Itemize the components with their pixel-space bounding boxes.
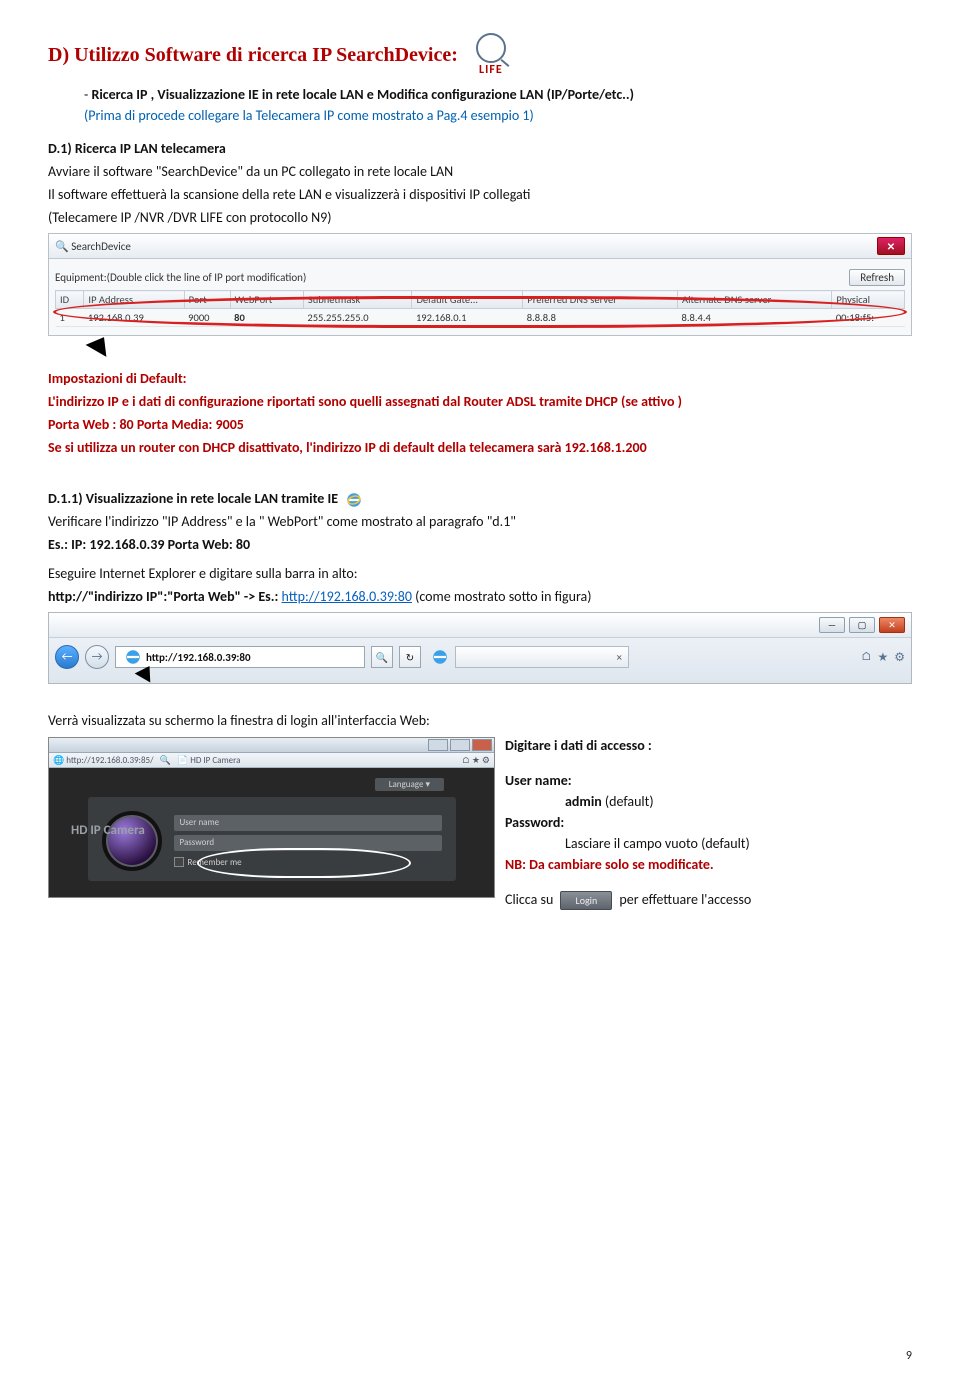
minimize-icon[interactable]: — — [819, 617, 845, 633]
login-title: HD IP Camera — [71, 823, 145, 838]
heading-d11: D.1.1) Visualizzazione in rete locale LA… — [48, 490, 912, 509]
login-button[interactable]: Login — [560, 891, 612, 911]
results-table: ID IP Address Port WebPort Subnetmask De… — [55, 290, 905, 327]
prerequisite-note: (Prima di procede collegare la Telecamer… — [48, 107, 912, 126]
window-title: 🔍 SearchDevice — [55, 240, 131, 253]
browser-tab[interactable]: × — [455, 646, 629, 668]
language-dropdown[interactable]: Language ▾ — [375, 778, 444, 791]
forward-button[interactable]: → — [85, 645, 109, 669]
example-url-link[interactable]: http://192.168.0.39:80 — [282, 588, 412, 605]
page-number: 9 — [906, 1349, 912, 1363]
equipment-label: Equipment:(Double click the line of IP p… — [55, 271, 306, 284]
home-icon[interactable]: ⌂ — [861, 650, 872, 665]
ie-icon — [124, 648, 142, 666]
defaults-text: Porta Web : 80 Porta Media: 9005 — [48, 416, 912, 435]
refresh-button[interactable]: Refresh — [849, 269, 905, 286]
back-button[interactable]: ← — [55, 645, 79, 669]
login-instructions: Digitare i dati di accesso : User name: … — [505, 737, 751, 912]
close-icon[interactable]: ✕ — [879, 617, 905, 633]
searchdevice-screenshot: 🔍 SearchDevice ✕ Equipment:(Double click… — [48, 233, 912, 336]
ie-icon — [345, 491, 363, 509]
password-field[interactable]: Password — [174, 835, 442, 851]
ie-icon — [431, 648, 449, 666]
section-title: D) Utilizzo Software di ricerca IP Searc… — [48, 44, 458, 67]
d11-text: Es.: IP: 192.168.0.39 Porta Web: 80 — [48, 536, 912, 555]
d1-text: Il software effettuerà la scansione dell… — [48, 186, 912, 205]
favorites-icon[interactable]: ★ — [877, 650, 888, 665]
d1-text: Avviare il software "SearchDevice" da un… — [48, 163, 912, 182]
heading-d1: D.1) Ricerca IP LAN telecamera — [48, 140, 912, 159]
d11-text: http://"indirizzo IP":"Porta Web" -> Es.… — [48, 588, 912, 607]
defaults-text: Se si utilizza un router con DHCP disatt… — [48, 439, 912, 458]
ie-screenshot: — ▢ ✕ ← → http://192.168.0.39:80 🔍 ↻ × ⌂… — [48, 612, 912, 684]
feature-bullet: Ricerca IP , Visualizzazione IE in rete … — [48, 86, 912, 103]
pointer-arrow — [48, 336, 912, 356]
table-row[interactable]: 1 192.168.0.39 9000 80 255.255.255.0 192… — [56, 309, 905, 327]
close-icon[interactable]: ✕ — [877, 237, 905, 255]
maximize-icon[interactable]: ▢ — [849, 617, 875, 633]
address-bar[interactable]: http://192.168.0.39:80 — [115, 646, 365, 668]
life-logo: LIFE — [466, 30, 516, 80]
d1-text: (Telecamere IP /NVR /DVR LIFE con protoc… — [48, 209, 912, 228]
after-ie-text: Verrà visualizzata su schermo la finestr… — [48, 712, 912, 731]
defaults-text: L'indirizzo IP e i dati di configurazion… — [48, 393, 912, 412]
defaults-heading: Impostazioni di Default: — [48, 370, 912, 389]
camera-lens-icon — [102, 811, 162, 871]
username-field[interactable]: User name — [174, 815, 442, 831]
remember-me-checkbox[interactable]: Remember me — [174, 857, 442, 868]
gear-icon[interactable]: ⚙ — [894, 650, 905, 665]
d11-text: Verificare l'indirizzo "IP Address" e la… — [48, 513, 912, 532]
search-icon[interactable]: 🔍 — [371, 646, 393, 668]
login-screenshot: 🌐 http://192.168.0.39:85/ 🔍 📄 HD IP Came… — [48, 737, 495, 898]
refresh-icon[interactable]: ↻ — [399, 646, 421, 668]
d11-text: Eseguire Internet Explorer e digitare su… — [48, 565, 912, 584]
